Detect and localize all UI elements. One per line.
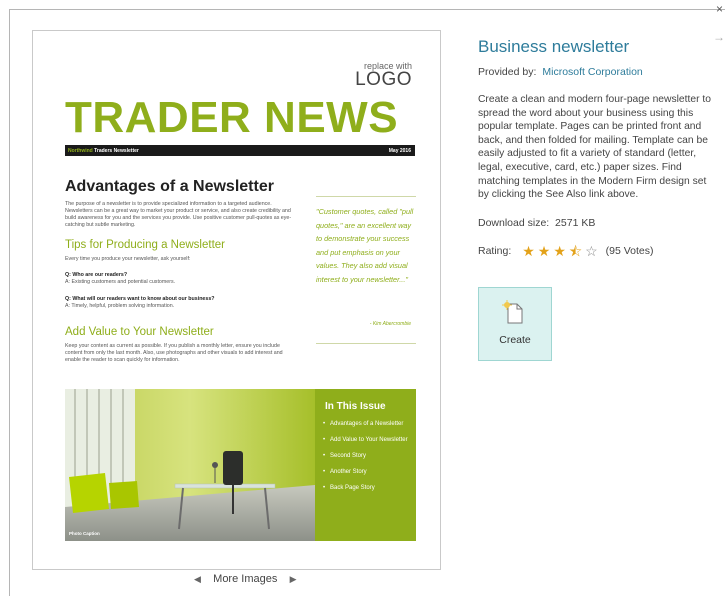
article-intro: The purpose of a newsletter is to provid… bbox=[65, 201, 292, 228]
previous-image-icon[interactable]: ◀ bbox=[194, 574, 201, 584]
rating-stars: ★ ★ ★ ⯪ ☆ bbox=[522, 241, 601, 265]
in-this-issue-list: Advantages of a Newsletter Add Value to … bbox=[323, 421, 411, 501]
office-photo-image bbox=[65, 389, 315, 541]
article-heading: Advantages of a Newsletter bbox=[65, 178, 274, 195]
provided-by-label: Provided by: bbox=[478, 66, 537, 78]
value-text: Keep your content as current as possible… bbox=[65, 343, 283, 363]
create-button[interactable]: Create bbox=[478, 287, 552, 361]
next-image-icon[interactable]: ▶ bbox=[290, 574, 297, 584]
logo-placeholder: LOGO bbox=[355, 69, 412, 90]
more-images-label: More Images bbox=[213, 573, 278, 585]
answer-2: A: Timely, helpful, problem solving info… bbox=[65, 303, 175, 309]
provided-by: Provided by: Microsoft Corporation bbox=[478, 66, 643, 78]
in-this-issue-title: In This Issue bbox=[325, 401, 386, 412]
issue-item: Back Page Story bbox=[323, 485, 411, 492]
question-1: Q: Who are our readers? bbox=[65, 272, 128, 278]
download-size-label: Download size: bbox=[478, 217, 550, 229]
issue-item: Advantages of a Newsletter bbox=[323, 421, 411, 428]
star-full-icon: ★ bbox=[522, 243, 535, 259]
newsletter-page: replace with LOGO TRADER NEWS Northwind … bbox=[33, 31, 440, 569]
rating-label: Rating: bbox=[478, 245, 512, 257]
star-empty-icon: ☆ bbox=[585, 243, 598, 259]
star-half-icon: ⯪ bbox=[568, 243, 583, 259]
newsletter-masthead: TRADER NEWS bbox=[65, 93, 399, 142]
rating-votes: (95 Votes) bbox=[605, 245, 654, 257]
issue-item: Add Value to Your Newsletter bbox=[323, 437, 411, 444]
photo-caption: Photo Caption bbox=[69, 531, 100, 536]
provider-link[interactable]: Microsoft Corporation bbox=[542, 66, 642, 78]
quote-rule-bottom bbox=[316, 343, 416, 344]
issue-item: Second Story bbox=[323, 453, 411, 460]
issue-item: Another Story bbox=[323, 469, 411, 476]
question-2: Q: What will our readers want to know ab… bbox=[65, 296, 215, 302]
value-heading: Add Value to Your Newsletter bbox=[65, 326, 214, 338]
tips-text: Every time you produce your newsletter, … bbox=[65, 256, 191, 262]
star-full-icon: ★ bbox=[553, 243, 566, 259]
template-title: Business newsletter bbox=[478, 37, 630, 56]
masthead-bar: Northwind Traders Newsletter May 2016 bbox=[65, 145, 415, 156]
pull-quote: "Customer quotes, called "pull quotes," … bbox=[316, 207, 414, 284]
download-size-value: 2571 KB bbox=[555, 217, 596, 229]
template-description: Create a clean and modern four-page news… bbox=[478, 94, 711, 201]
next-template-icon[interactable]: → bbox=[713, 30, 725, 44]
answer-1: A: Existing customers and potential cust… bbox=[65, 279, 176, 285]
tips-heading: Tips for Producing a Newsletter bbox=[65, 239, 226, 251]
close-icon[interactable]: × bbox=[716, 2, 723, 16]
masthead-bar-date: May 2016 bbox=[388, 148, 411, 154]
office-photo bbox=[65, 389, 315, 541]
new-document-icon bbox=[502, 300, 523, 324]
download-size: Download size: 2571 KB bbox=[478, 217, 595, 229]
more-images-nav: ◀ More Images ▶ bbox=[194, 573, 297, 585]
template-preview: replace with LOGO TRADER NEWS Northwind … bbox=[32, 30, 441, 570]
pull-quote-author: - Kim Abercrombie bbox=[369, 321, 411, 327]
quote-rule-top bbox=[316, 196, 416, 197]
in-this-issue-box: In This Issue Advantages of a Newsletter… bbox=[315, 389, 416, 541]
star-full-icon: ★ bbox=[537, 243, 551, 259]
create-label: Create bbox=[499, 334, 531, 346]
masthead-bar-left: Northwind Traders Newsletter bbox=[68, 148, 139, 154]
rating: Rating: ★ ★ ★ ⯪ ☆ (95 Votes) bbox=[478, 241, 654, 265]
